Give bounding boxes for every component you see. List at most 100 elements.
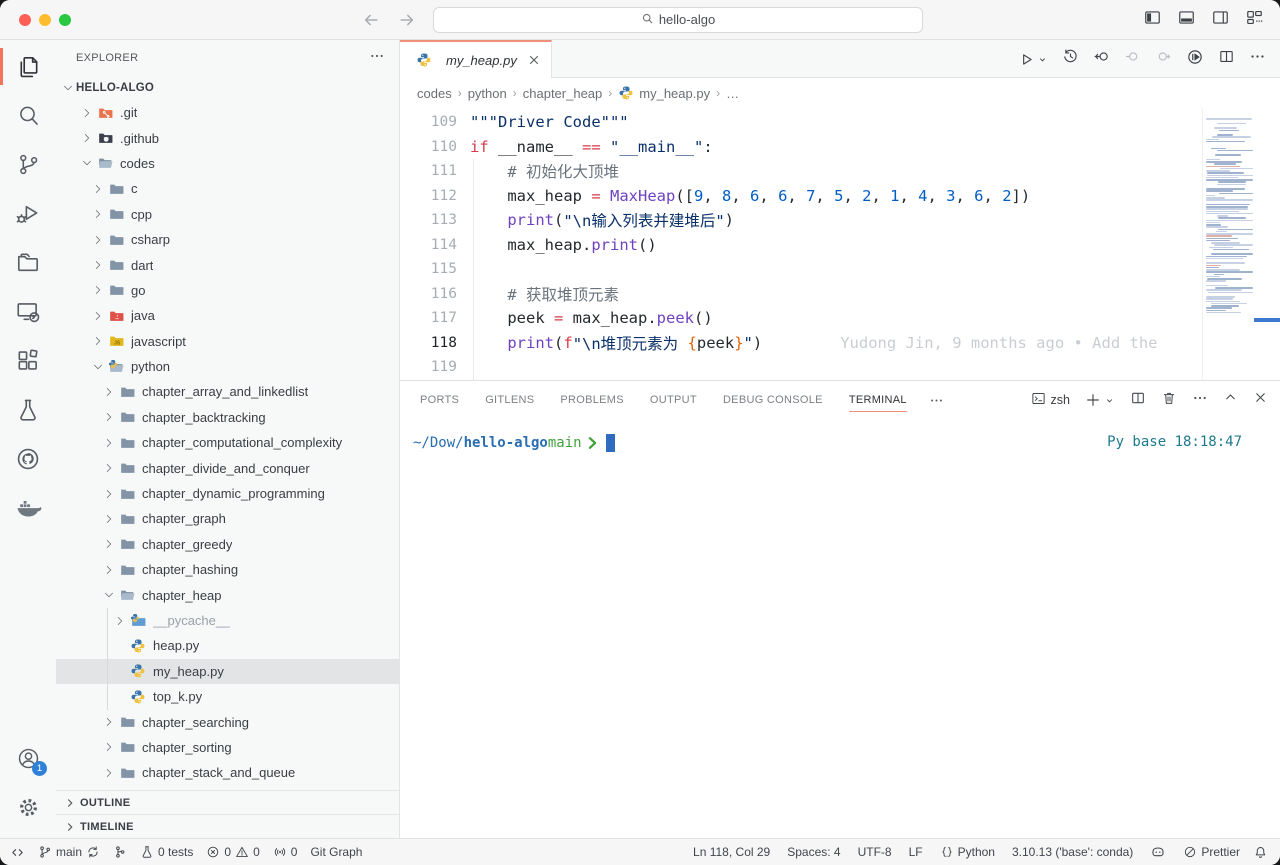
branch-item[interactable]: main bbox=[38, 845, 100, 859]
tree-item-chapter-divide-and-conquer[interactable]: chapter_divide_and_conquer bbox=[56, 455, 399, 480]
run-or-debug-icon[interactable] bbox=[1186, 48, 1204, 71]
panel-tab-ports[interactable]: PORTS bbox=[420, 381, 459, 419]
notifications-bell-icon[interactable] bbox=[1253, 845, 1268, 860]
activity-item-github[interactable] bbox=[0, 434, 56, 483]
close-button[interactable] bbox=[19, 14, 31, 26]
tree-item-c[interactable]: c bbox=[56, 176, 399, 201]
activity-item-explorer[interactable] bbox=[0, 42, 56, 91]
editor-more-actions-icon[interactable] bbox=[1249, 48, 1266, 70]
tree-item-chapter-graph[interactable]: chapter_graph bbox=[56, 506, 399, 531]
activity-item-search[interactable] bbox=[0, 91, 56, 140]
tree-item--git[interactable]: .git bbox=[56, 100, 399, 125]
accounts-button[interactable]: 1 bbox=[0, 734, 56, 783]
tree-item-csharp[interactable]: csharp bbox=[56, 227, 399, 252]
tree-item-java[interactable]: java bbox=[56, 303, 399, 328]
code-line-118[interactable]: 118 print(f"\n堆顶元素为 {peek}")Yudong Jin, … bbox=[400, 331, 1200, 356]
python-interpreter-item[interactable]: 3.10.13 ('base': conda) bbox=[1012, 845, 1133, 859]
breadcrumb-chapter-heap[interactable]: chapter_heap bbox=[523, 86, 603, 101]
git-graph-item[interactable]: Git Graph bbox=[310, 845, 362, 859]
panel-more-tabs-icon[interactable] bbox=[929, 393, 944, 408]
tree-item-cpp[interactable]: cpp bbox=[56, 202, 399, 227]
previous-change-icon[interactable] bbox=[1124, 48, 1141, 70]
activity-item-run-and-debug[interactable] bbox=[0, 189, 56, 238]
tree-item-chapter-backtracking[interactable]: chapter_backtracking bbox=[56, 405, 399, 430]
code-editor[interactable]: 109"""Driver Code"""110if __name__ == "_… bbox=[400, 108, 1280, 380]
tests-item[interactable]: 0 tests bbox=[140, 845, 193, 859]
minimize-button[interactable] bbox=[39, 14, 51, 26]
tree-item-dart[interactable]: dart bbox=[56, 252, 399, 277]
remote-indicator[interactable] bbox=[10, 845, 25, 860]
tree-item-chapter-computational-complexity[interactable]: chapter_computational_complexity bbox=[56, 430, 399, 455]
command-center-search[interactable]: hello-algo bbox=[433, 7, 923, 33]
breadcrumb-python[interactable]: python bbox=[468, 86, 507, 101]
tree-item-chapter-stack-and-queue[interactable]: chapter_stack_and_queue bbox=[56, 760, 399, 785]
code-line-119[interactable]: 119 bbox=[400, 355, 1200, 380]
language-mode-item[interactable]: Python bbox=[940, 845, 995, 859]
run-python-file-button[interactable] bbox=[1018, 51, 1048, 68]
settings-button[interactable] bbox=[0, 783, 56, 832]
activity-item-remote-explorer[interactable] bbox=[0, 287, 56, 336]
activity-item-extensions[interactable] bbox=[0, 336, 56, 385]
eol-item[interactable]: LF bbox=[909, 845, 923, 859]
activity-item-testing[interactable] bbox=[0, 385, 56, 434]
code-line-109[interactable]: 109"""Driver Code""" bbox=[400, 110, 1200, 135]
panel-tab-debug-console[interactable]: DEBUG CONSOLE bbox=[723, 381, 823, 419]
tree-item-javascript[interactable]: JSjavascript bbox=[56, 329, 399, 354]
code-line-115[interactable]: 115 bbox=[400, 257, 1200, 282]
minimap[interactable] bbox=[1202, 108, 1258, 380]
tree-item-chapter-hashing[interactable]: chapter_hashing bbox=[56, 557, 399, 582]
ports-item[interactable]: 0 bbox=[273, 845, 298, 859]
customize-layout-icon[interactable] bbox=[1245, 8, 1264, 32]
close-panel-icon[interactable] bbox=[1253, 390, 1268, 410]
outline-section[interactable]: OUTLINE bbox=[56, 790, 399, 814]
activity-item-source-control[interactable] bbox=[0, 140, 56, 189]
tree-item-python[interactable]: python bbox=[56, 354, 399, 379]
tree-item-chapter-greedy[interactable]: chapter_greedy bbox=[56, 532, 399, 557]
tree-item-go[interactable]: go bbox=[56, 278, 399, 303]
code-line-112[interactable]: 112 max_heap = MaxHeap([9, 8, 6, 6, 7, 5… bbox=[400, 184, 1200, 209]
tree-item-chapter-heap[interactable]: chapter_heap bbox=[56, 582, 399, 607]
tree-root-hello-algo[interactable]: HELLO-ALGO bbox=[56, 75, 399, 100]
code-line-111[interactable]: 111 # 初始化大顶堆 bbox=[400, 159, 1200, 184]
toggle-secondary-sidebar-icon[interactable] bbox=[1211, 8, 1230, 32]
maximize-panel-icon[interactable] bbox=[1223, 390, 1238, 410]
zoom-button[interactable] bbox=[59, 14, 71, 26]
file-history-icon[interactable] bbox=[1062, 48, 1079, 70]
tree-item-chapter-searching[interactable]: chapter_searching bbox=[56, 709, 399, 734]
terminal-output[interactable]: ~/Dow/hello-algo main Py base 18:18:47 bbox=[400, 419, 1280, 838]
open-changes-icon[interactable] bbox=[1093, 48, 1110, 70]
activity-item-project-folder[interactable] bbox=[0, 238, 56, 287]
code-line-116[interactable]: 116 # 获取堆顶元素 bbox=[400, 282, 1200, 307]
panel-more-actions-icon[interactable] bbox=[1192, 390, 1208, 411]
panel-tab-problems[interactable]: PROBLEMS bbox=[560, 381, 624, 419]
code-line-110[interactable]: 110if __name__ == "__main__": bbox=[400, 135, 1200, 160]
problems-item[interactable]: 0 0 bbox=[206, 845, 259, 859]
tree-item-codes[interactable]: codes bbox=[56, 151, 399, 176]
close-tab-icon[interactable] bbox=[527, 53, 541, 67]
explorer-actions-icon[interactable] bbox=[369, 48, 385, 67]
timeline-section[interactable]: TIMELINE bbox=[56, 814, 399, 838]
code-line-117[interactable]: 117 peek = max_heap.peek() bbox=[400, 306, 1200, 331]
git-graph-icon-item[interactable] bbox=[113, 845, 127, 859]
next-change-icon[interactable] bbox=[1155, 48, 1172, 70]
code-line-113[interactable]: 113 print("\n输入列表并建堆后") bbox=[400, 208, 1200, 233]
toggle-panel-icon[interactable] bbox=[1177, 8, 1196, 32]
kill-terminal-icon[interactable] bbox=[1161, 390, 1177, 411]
tree-item-chapter-sorting[interactable]: chapter_sorting bbox=[56, 735, 399, 760]
back-icon[interactable] bbox=[361, 10, 381, 30]
copilot-item[interactable] bbox=[1150, 844, 1166, 860]
split-terminal-icon[interactable] bbox=[1130, 390, 1146, 411]
split-editor-icon[interactable] bbox=[1218, 48, 1235, 70]
activity-item-docker[interactable] bbox=[0, 483, 56, 532]
toggle-sidebar-icon[interactable] bbox=[1143, 8, 1162, 32]
code-line-114[interactable]: 114 max_heap.print() bbox=[400, 233, 1200, 258]
terminal-shell-item[interactable]: zsh bbox=[1031, 391, 1070, 409]
breadcrumb-codes[interactable]: codes bbox=[417, 86, 452, 101]
new-terminal-button[interactable] bbox=[1085, 392, 1115, 408]
encoding-item[interactable]: UTF-8 bbox=[858, 845, 892, 859]
panel-tab-terminal[interactable]: TERMINAL bbox=[849, 381, 907, 419]
indentation-item[interactable]: Spaces: 4 bbox=[787, 845, 840, 859]
cursor-position-item[interactable]: Ln 118, Col 29 bbox=[693, 845, 770, 859]
panel-tab-gitlens[interactable]: GITLENS bbox=[485, 381, 534, 419]
breadcrumb--[interactable]: … bbox=[726, 86, 739, 101]
